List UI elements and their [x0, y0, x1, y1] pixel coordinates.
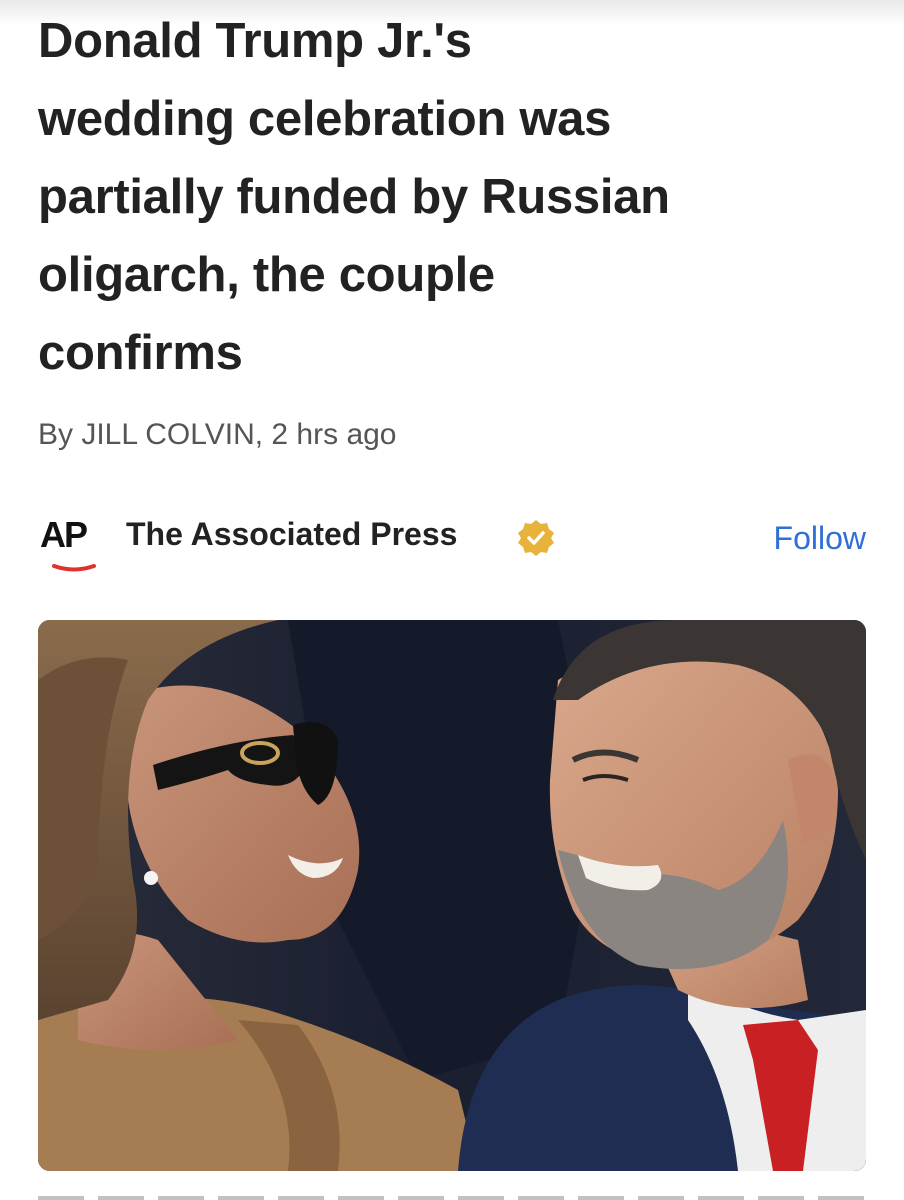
follow-button[interactable]: Follow — [774, 520, 866, 557]
publisher-name[interactable]: The Associated Press — [126, 516, 457, 553]
ap-logo-underline — [52, 564, 96, 572]
headline-line-2: wedding celebration was — [38, 92, 612, 146]
headline-line-1: Donald Trump Jr.'s — [38, 14, 472, 68]
article-headline: Donald Trump Jr.'s wedding celebration w… — [38, 2, 878, 392]
article-byline: By JILL COLVIN, 2 hrs ago — [38, 418, 397, 451]
headline-line-3: partially funded by Russian — [38, 170, 670, 224]
headline-line-5: confirms — [38, 326, 243, 380]
verified-badge-icon — [518, 520, 554, 556]
photo-caption-partial — [38, 1190, 866, 1200]
ap-logo-text: AP — [40, 514, 88, 555]
publisher-row: AP The Associated Press Follow — [38, 508, 868, 578]
article-hero-photo[interactable] — [38, 620, 866, 1171]
hero-photo-illustration — [38, 620, 866, 1171]
publisher-logo[interactable]: AP — [40, 514, 102, 576]
headline-line-4: oligarch, the couple — [38, 248, 495, 302]
